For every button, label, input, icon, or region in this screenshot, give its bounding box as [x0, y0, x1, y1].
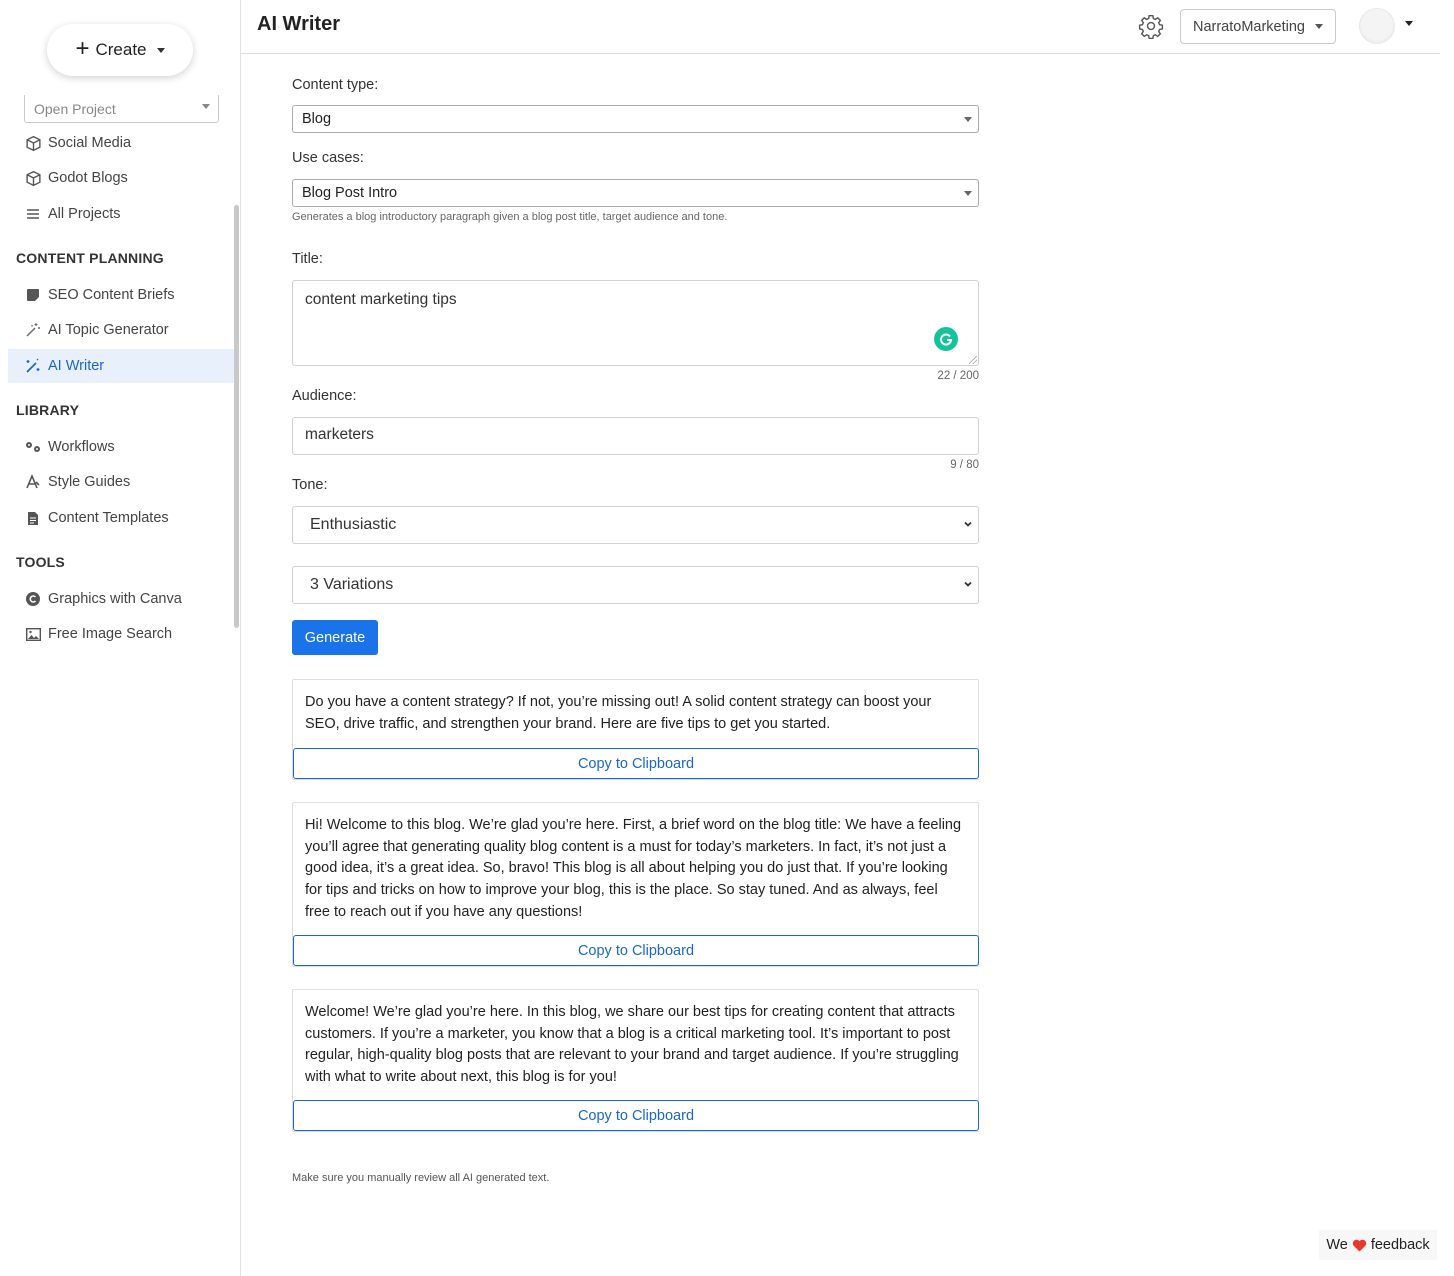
sidebar-scrollbar[interactable] — [234, 205, 239, 628]
variations-value: 3 Variations — [310, 576, 394, 593]
caret-down-icon — [156, 47, 165, 53]
use-case-value: Blog Post Intro — [302, 185, 398, 201]
sidebar-item-label: AI Topic Generator — [48, 322, 169, 338]
sidebar-item-label: Workflows — [48, 439, 115, 455]
sidebar-item-content-templates[interactable]: Content Templates — [8, 501, 234, 535]
feedback-suffix: feedback — [1370, 1237, 1430, 1253]
magic-wand-icon — [24, 321, 42, 339]
sidebar-item-label: Style Guides — [48, 474, 131, 490]
use-case-help-text: Generates a blog introductory paragraph … — [292, 211, 728, 223]
account-label: NarratoMarketing — [1192, 18, 1305, 35]
audience-value: marketers — [305, 426, 374, 443]
title-textarea[interactable]: content marketing tips — [292, 280, 979, 366]
magic-wand-sparkle-icon — [24, 357, 42, 375]
caret-down-icon — [964, 117, 972, 122]
sidebar-item-ai-topic-generator[interactable]: AI Topic Generator — [8, 313, 234, 347]
cube-icon — [24, 169, 42, 187]
generate-button[interactable]: Generate — [292, 620, 378, 655]
feedback-button[interactable]: We feedback — [1319, 1230, 1437, 1260]
use-cases-label: Use cases: — [292, 150, 364, 166]
settings-gear-icon[interactable] — [1138, 13, 1164, 40]
avatar[interactable] — [1359, 8, 1395, 44]
sidebar-item-label: Godot Blogs — [48, 170, 128, 186]
sidebar-item-seo-content-briefs[interactable]: SEO Content Briefs — [8, 278, 234, 312]
feedback-prefix: We — [1326, 1237, 1348, 1253]
copy-to-clipboard-button[interactable]: Copy to Clipboard — [293, 935, 979, 966]
section-heading-content-planning: CONTENT PLANNING — [16, 250, 164, 266]
grammarly-icon[interactable] — [934, 327, 958, 351]
open-project-placeholder: Open Project — [34, 100, 116, 117]
caret-down-icon — [964, 191, 972, 196]
ai-review-disclaimer: Make sure you manually review all AI gen… — [292, 1172, 550, 1184]
result-text: Hi! Welcome to this blog. We’re glad you… — [305, 817, 962, 920]
title-char-counter: 22 / 200 — [937, 370, 979, 382]
sidebar-item-label: All Projects — [48, 206, 121, 222]
audience-char-counter: 9 / 80 — [950, 459, 979, 471]
content-type-value: Blog — [302, 111, 332, 127]
section-heading-tools: TOOLS — [16, 554, 65, 570]
cube-icon — [24, 134, 42, 152]
chevron-down-icon — [964, 581, 972, 587]
chevron-down-icon — [964, 521, 972, 527]
sidebar-item-free-image-search[interactable]: Free Image Search — [8, 617, 234, 651]
sidebar-item-social-media[interactable]: Social Media — [8, 126, 234, 160]
use-case-select[interactable]: Blog Post Intro — [292, 179, 979, 207]
sidebar-item-label: Social Media — [48, 135, 132, 151]
tone-value: Enthusiastic — [310, 516, 397, 533]
sidebar-item-label: SEO Content Briefs — [48, 287, 175, 303]
list-icon — [24, 205, 42, 223]
sidebar-item-label: Free Image Search — [48, 626, 173, 642]
result-card: Do you have a content strategy? If not, … — [292, 679, 979, 780]
tone-select[interactable]: Enthusiastic — [292, 506, 979, 544]
caret-down-icon[interactable] — [1405, 21, 1413, 26]
note-icon — [24, 286, 42, 304]
content-type-label: Content type: — [292, 77, 379, 93]
result-card: Welcome! We’re glad you’re here. In this… — [292, 989, 979, 1132]
canva-icon — [24, 590, 42, 608]
sidebar-item-label: Graphics with Canva — [48, 591, 182, 607]
sidebar-item-label: Content Templates — [48, 510, 169, 526]
variations-select[interactable]: 3 Variations — [292, 566, 979, 604]
pen-nib-icon — [24, 473, 42, 491]
result-card: Hi! Welcome to this blog. We’re glad you… — [292, 802, 979, 967]
audience-input[interactable]: marketers — [292, 417, 979, 455]
account-switcher-button[interactable]: NarratoMarketing — [1180, 9, 1336, 44]
title-value: content marketing tips — [305, 291, 457, 308]
gears-icon — [24, 438, 42, 456]
resize-handle[interactable] — [969, 356, 977, 364]
tone-label: Tone: — [292, 477, 328, 493]
title-label: Title: — [292, 251, 323, 267]
document-icon — [24, 509, 42, 527]
open-project-select[interactable]: Open Project — [24, 95, 219, 123]
create-button[interactable]: + Create — [47, 24, 193, 76]
copy-to-clipboard-button[interactable]: Copy to Clipboard — [293, 748, 979, 779]
caret-down-icon — [202, 104, 210, 109]
create-label: Create — [95, 40, 147, 59]
heart-icon — [1352, 1239, 1366, 1252]
result-text: Welcome! We’re glad you’re here. In this… — [305, 1004, 959, 1086]
sidebar-item-workflows[interactable]: Workflows — [8, 430, 234, 464]
sidebar-item-graphics-with-canva[interactable]: Graphics with Canva — [8, 582, 234, 616]
caret-down-icon — [1315, 24, 1323, 29]
result-text: Do you have a content strategy? If not, … — [305, 694, 932, 732]
page-title: AI Writer — [257, 13, 340, 35]
sidebar-item-ai-writer[interactable]: AI Writer — [8, 349, 234, 383]
audience-label: Audience: — [292, 388, 357, 404]
plus-icon: + — [75, 35, 90, 62]
sidebar-item-all-projects[interactable]: All Projects — [8, 197, 234, 231]
top-header: AI Writer NarratoMarketing — [241, 0, 1440, 54]
sidebar: + Create Open Project Social Media Godot… — [0, 0, 241, 1276]
image-icon — [24, 625, 42, 643]
sidebar-item-godot-blogs[interactable]: Godot Blogs — [8, 161, 234, 195]
section-heading-library: LIBRARY — [16, 402, 80, 418]
sidebar-item-style-guides[interactable]: Style Guides — [8, 465, 234, 499]
content-type-select[interactable]: Blog — [292, 105, 979, 133]
sidebar-item-label: AI Writer — [48, 358, 105, 374]
copy-to-clipboard-button[interactable]: Copy to Clipboard — [293, 1100, 979, 1131]
